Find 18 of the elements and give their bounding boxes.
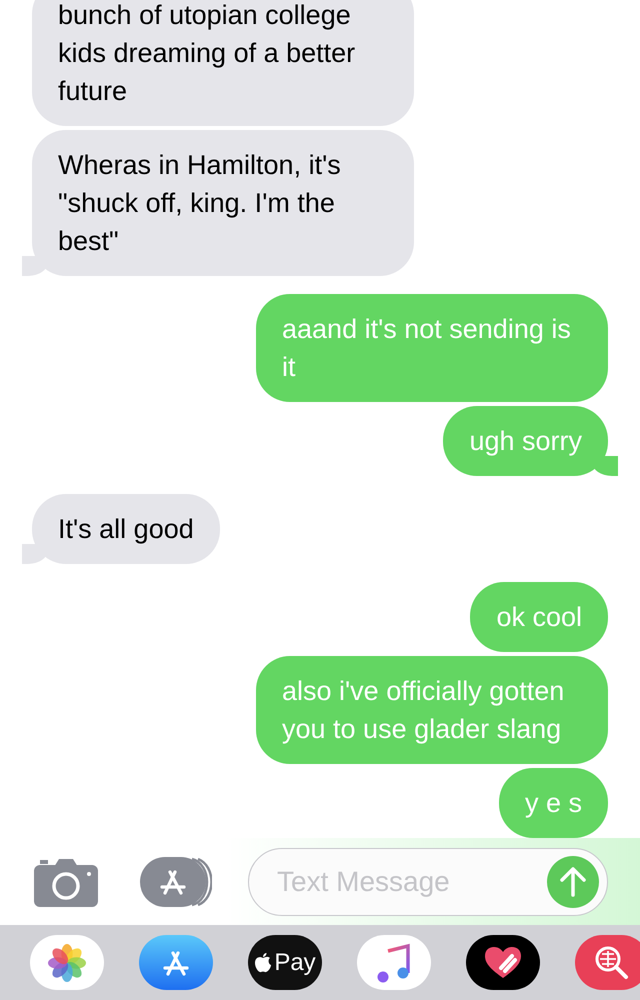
music-note-icon <box>377 942 411 982</box>
sent-message: also i've officially gotten you to use glader slang <box>256 656 618 764</box>
camera-icon[interactable] <box>34 856 98 906</box>
sent-message: y e s <box>498 768 618 838</box>
received-message: It's all good <box>22 494 220 564</box>
sent-message: ok cool <box>470 582 618 652</box>
pay-button[interactable]: Pay <box>248 935 322 990</box>
image-search-button[interactable] <box>575 935 640 990</box>
sent-message: ugh sorry <box>443 406 618 476</box>
received-message: Wheras in Hamilton, it's "shuck off, king. I'm the best" <box>22 130 414 276</box>
globe-search-icon <box>594 944 630 980</box>
apps-icon[interactable] <box>140 856 212 908</box>
heart-icon <box>484 946 522 980</box>
sent-message: aaand it's not sending is it <box>256 294 618 402</box>
up-arrow-icon <box>560 866 586 896</box>
apple-icon <box>254 952 272 974</box>
send-button[interactable] <box>547 856 599 908</box>
flower-icon <box>48 944 86 982</box>
